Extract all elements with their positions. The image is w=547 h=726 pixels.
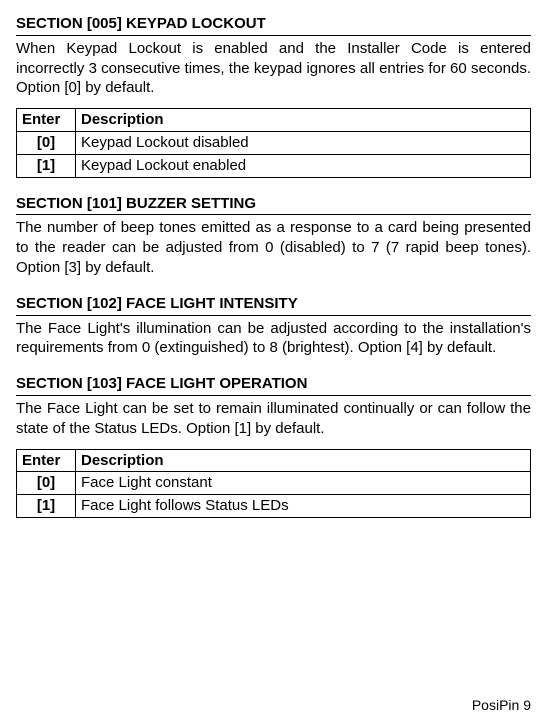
table-cell-enter: [0] [17,131,76,154]
section-heading-103: SECTION [103] FACE LIGHT OPERATION [16,374,531,396]
section-body-101: The number of beep tones emitted as a re… [16,218,531,277]
table-header-description: Description [76,109,531,132]
table-header-enter: Enter [17,449,76,472]
table-row: [0] Keypad Lockout disabled [17,131,531,154]
table-header-enter: Enter [17,109,76,132]
section-body-005: When Keypad Lockout is enabled and the I… [16,39,531,98]
page-footer: PosiPin 9 [472,696,531,714]
table-header-row: Enter Description [17,449,531,472]
table-cell-description: Face Light follows Status LEDs [76,495,531,518]
section-heading-101: SECTION [101] BUZZER SETTING [16,194,531,216]
table-cell-enter: [1] [17,495,76,518]
table-cell-description: Keypad Lockout disabled [76,131,531,154]
section-heading-102: SECTION [102] FACE LIGHT INTENSITY [16,294,531,316]
table-row: [1] Keypad Lockout enabled [17,154,531,177]
table-header-description: Description [76,449,531,472]
table-header-row: Enter Description [17,109,531,132]
section-heading-005: SECTION [005] KEYPAD LOCKOUT [16,14,531,36]
table-103: Enter Description [0] Face Light constan… [16,449,531,518]
table-cell-description: Keypad Lockout enabled [76,154,531,177]
table-row: [0] Face Light constant [17,472,531,495]
table-005: Enter Description [0] Keypad Lockout dis… [16,108,531,177]
table-cell-description: Face Light constant [76,472,531,495]
section-body-102: The Face Light's illumination can be adj… [16,319,531,359]
table-cell-enter: [0] [17,472,76,495]
table-row: [1] Face Light follows Status LEDs [17,495,531,518]
table-cell-enter: [1] [17,154,76,177]
section-body-103: The Face Light can be set to remain illu… [16,399,531,439]
